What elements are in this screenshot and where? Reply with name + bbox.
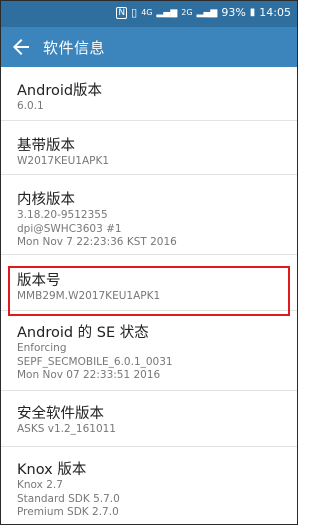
signal-icon-1: ▂▄▆ (156, 7, 178, 18)
list-item-knox-version[interactable]: Knox 版本 Knox 2.7 Standard SDK 5.7.0 Prem… (1, 447, 297, 524)
highlight-box (8, 266, 290, 316)
arrow-left-icon (13, 39, 29, 55)
vibrate-icon: ▯ (131, 6, 138, 19)
nfc-icon: N (116, 6, 128, 19)
item-value: W2017KEU1APK1 (17, 155, 110, 167)
item-title: 安全软件版本 (17, 406, 104, 422)
list-item-kernel-version[interactable]: 内核版本 3.18.20-9512355 dpi@SWHC3603 #1 Mon… (1, 175, 297, 255)
list-item-security-software-version[interactable]: 安全软件版本 ASKS v1.2_161011 (1, 391, 297, 447)
app-bar: 软件信息 (1, 27, 297, 67)
signal-icon-2: ▂▄▆ (196, 7, 218, 18)
item-value: ASKS v1.2_161011 (17, 423, 116, 435)
item-value: 6.0.1 (17, 100, 44, 112)
list-item-se-status[interactable]: Android 的 SE 状态 Enforcing SEPF_SECMOBILE… (1, 311, 297, 391)
item-title: Knox 版本 (17, 462, 87, 478)
item-value-line-2: SEPF_SECMOBILE_6.0.1_0031 (17, 355, 173, 368)
item-title: 基带版本 (17, 138, 75, 154)
list-item-baseband-version[interactable]: 基带版本 W2017KEU1APK1 (1, 121, 297, 175)
item-value-line-3: Mon Nov 07 22:33:51 2016 (17, 369, 161, 381)
network-4g-label: 4G (141, 8, 153, 17)
item-value-line-1: Knox 2.7 (17, 479, 63, 491)
screen-frame: N ▯ 4G ▂▄▆ 2G ▂▄▆ 93% ▮ 14:05 软件信息 Andro… (0, 0, 298, 525)
item-value-line-1: 3.18.20-9512355 (17, 209, 108, 221)
network-2g-label: 2G (181, 8, 193, 17)
item-value-line-2: Standard SDK 5.7.0 (17, 492, 120, 505)
item-value-line-2: dpi@SWHC3603 #1 (17, 222, 122, 235)
item-title: 内核版本 (17, 192, 75, 208)
page-title: 软件信息 (43, 39, 106, 57)
clock: 14:05 (259, 6, 291, 19)
status-bar: N ▯ 4G ▂▄▆ 2G ▂▄▆ 93% ▮ 14:05 (1, 1, 297, 27)
list-item-android-version[interactable]: Android版本 6.0.1 (1, 67, 297, 121)
item-value-line-3: Mon Nov 7 22:23:36 KST 2016 (17, 236, 177, 248)
item-value-line-3: Premium SDK 2.7.0 (17, 506, 119, 518)
battery-icon: ▮ (249, 7, 256, 18)
item-value-line-1: Enforcing (17, 342, 67, 354)
item-title: Android版本 (17, 83, 103, 99)
battery-percent: 93% (221, 6, 246, 19)
back-button[interactable] (9, 35, 33, 59)
item-title: Android 的 SE 状态 (17, 325, 149, 341)
status-icons: N ▯ 4G ▂▄▆ 2G ▂▄▆ 93% ▮ 14:05 (116, 6, 291, 19)
